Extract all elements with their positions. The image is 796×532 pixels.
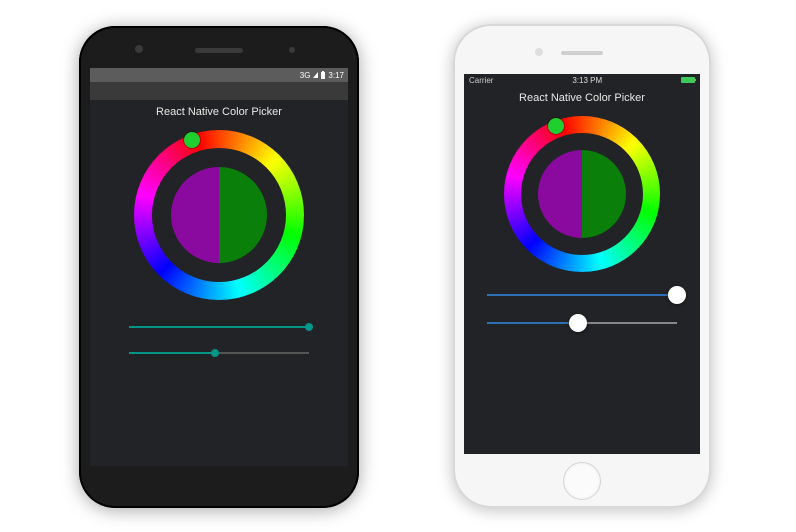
app-title: React Native Color Picker [90,106,348,118]
slider-thumb[interactable] [668,286,686,304]
android-speaker [195,48,243,53]
android-clock: 3:17 [328,71,344,80]
android-camera [135,45,143,53]
color-picker [464,116,700,328]
sliders-group [487,290,677,328]
iphone-device-frame: Carrier 3:13 PM React Native Color Picke… [453,24,711,508]
ios-status-bar: Carrier 3:13 PM [464,74,700,86]
android-network-label: 3G [300,71,311,80]
android-screen: 3G 3:17 React Native Color Picker [90,68,348,466]
slider-thumb[interactable] [305,323,313,331]
color-swatch[interactable] [538,150,626,238]
ios-carrier-label: Carrier [469,76,493,85]
slider-thumb[interactable] [569,314,587,332]
home-button[interactable] [563,462,601,500]
battery-icon [681,77,695,83]
slider-track-active [487,294,677,296]
battery-icon [321,72,325,79]
saturation-slider[interactable] [129,322,309,332]
sliders-group [129,322,309,358]
hue-wheel[interactable] [134,130,304,300]
value-slider[interactable] [129,348,309,358]
android-device-frame: 3G 3:17 React Native Color Picker [79,26,359,508]
color-picker [90,130,348,358]
android-sensor [289,47,295,53]
signal-icon [313,72,318,78]
color-swatch[interactable] [171,167,267,263]
slider-track-active [129,326,309,328]
iphone-screen: Carrier 3:13 PM React Native Color Picke… [464,74,700,454]
android-action-bar [90,82,348,100]
iphone-camera [535,48,543,56]
slider-track-active [129,352,215,354]
hue-knob[interactable] [184,132,200,148]
saturation-slider[interactable] [487,290,677,300]
iphone-speaker [561,51,603,55]
hue-wheel[interactable] [504,116,660,272]
slider-track-active [487,322,578,324]
app-title: React Native Color Picker [464,92,700,104]
android-status-bar: 3G 3:17 [90,68,348,82]
value-slider[interactable] [487,318,677,328]
hue-knob[interactable] [548,118,564,134]
slider-thumb[interactable] [211,349,219,357]
ios-clock: 3:13 PM [572,76,602,85]
